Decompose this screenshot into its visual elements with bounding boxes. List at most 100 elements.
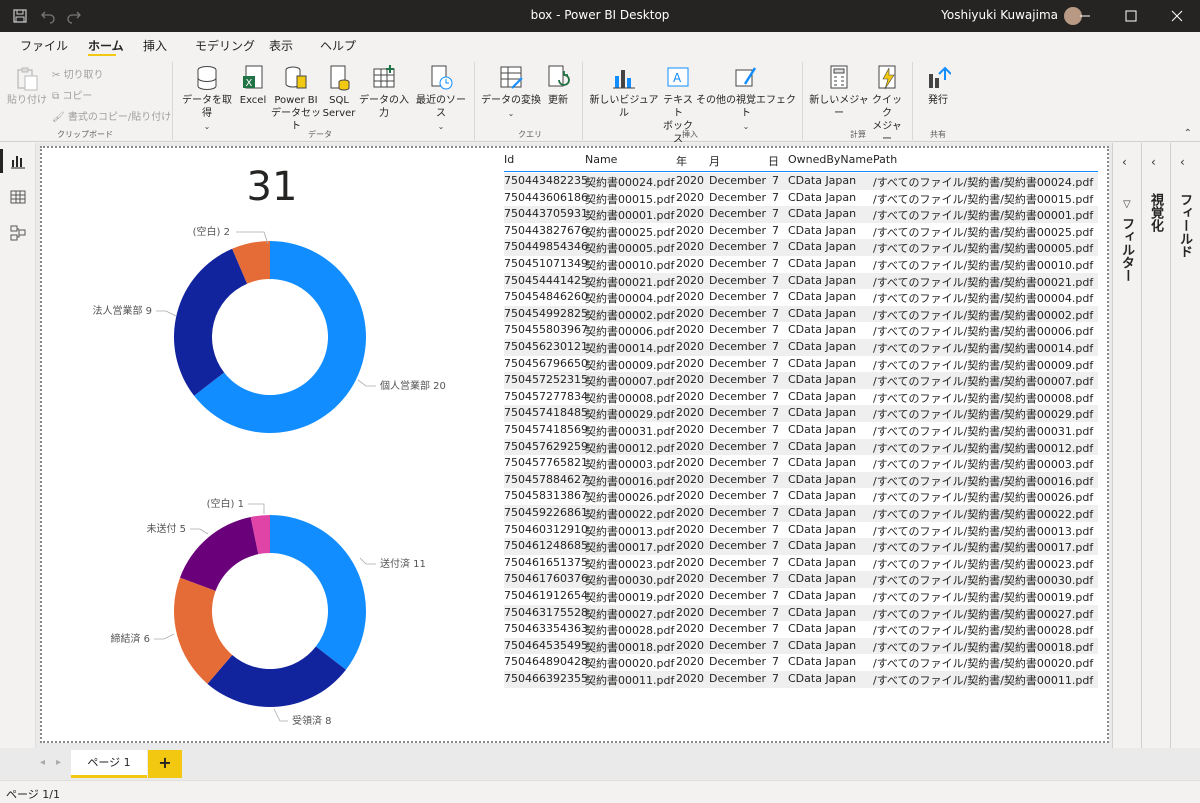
next-page-icon[interactable]: ▸ <box>56 757 61 768</box>
publish-button[interactable]: 発行 <box>918 64 958 107</box>
col-header-day[interactable]: 日 <box>768 153 779 169</box>
menu-insert[interactable]: 挿入 <box>143 37 167 54</box>
dataset-icon <box>285 66 307 89</box>
prev-page-icon[interactable]: ◂ <box>40 757 45 768</box>
collapse-ribbon-icon[interactable]: ⌃ <box>1184 128 1192 139</box>
page-tab[interactable]: ページ 1 <box>71 750 147 778</box>
paste-button[interactable]: 貼り付け <box>6 66 48 107</box>
table-cell: 7 <box>772 672 779 685</box>
table-row[interactable]: 750461651375 契約書00023.pdf 2020 December 7 CDa… <box>504 555 1098 572</box>
transform-icon <box>500 66 523 89</box>
col-header-name[interactable]: Name <box>585 153 617 166</box>
table-cell: 750456230121 <box>504 340 588 353</box>
table-row[interactable]: 750457277834 契約書00008.pdf 2020 December 7 CDa… <box>504 389 1098 406</box>
get-data-button[interactable]: データを取得 ⌄ <box>178 64 236 133</box>
format-painter-button[interactable]: 🖌 書式のコピー/貼り付け <box>52 108 171 123</box>
table-row[interactable]: 750459226861 契約書00022.pdf 2020 December 7 CDa… <box>504 505 1098 522</box>
table-row[interactable]: 750458313867 契約書00026.pdf 2020 December 7 CDa… <box>504 488 1098 505</box>
table-cell: 2020 <box>676 323 704 337</box>
table-cell: 750461912654 <box>504 589 588 602</box>
col-header-year[interactable]: 年 <box>676 153 687 169</box>
donut2-slice[interactable] <box>179 516 259 591</box>
chevron-left-icon[interactable]: ‹ <box>1180 155 1185 169</box>
more-visuals-button[interactable]: その他の視覚エフェクト ⌄ <box>696 64 796 133</box>
fields-pane[interactable]: ‹ フィールド <box>1170 143 1200 780</box>
col-header-path[interactable]: Path <box>873 153 897 166</box>
table-row[interactable]: 750443827676 契約書00025.pdf 2020 December 7 CDa… <box>504 223 1098 240</box>
table-row[interactable]: 750457629259 契約書00012.pdf 2020 December 7 CDa… <box>504 438 1098 456</box>
menu-help[interactable]: ヘルプ <box>320 37 356 54</box>
table-row[interactable]: 750466392355 契約書00011.pdf 2020 December 7 CDa… <box>504 671 1098 688</box>
close-icon[interactable] <box>1154 0 1200 32</box>
new-measure-button[interactable]: 新しいメジャー <box>808 64 870 120</box>
chevron-left-icon[interactable]: ‹ <box>1122 155 1127 169</box>
table-row[interactable]: 750443705931 契約書00001.pdf 2020 December 7 CDa… <box>504 206 1098 223</box>
cut-button[interactable]: ✂ 切り取り <box>52 66 104 81</box>
table-cell: /すべてのファイル/契約書/契約書00029.pdf <box>873 408 1094 422</box>
maximize-icon[interactable] <box>1108 0 1154 32</box>
table-row[interactable]: 750451071349 契約書00010.pdf 2020 December 7 CDa… <box>504 256 1098 273</box>
table-icon <box>373 65 395 88</box>
table-cell: 契約書00009.pdf <box>585 358 675 372</box>
menu-modeling[interactable]: モデリング <box>195 37 255 54</box>
excel-button[interactable]: X Excel <box>236 64 270 107</box>
enter-data-button[interactable]: データの入力 <box>356 64 412 120</box>
table-row[interactable]: 750457884627 契約書00016.pdf 2020 December 7 CDa… <box>504 471 1098 489</box>
table-row[interactable]: 750461912654 契約書00019.pdf 2020 December 7 CDa… <box>504 588 1098 605</box>
col-header-month[interactable]: 月 <box>709 153 720 169</box>
donut-charts[interactable]: (空白) 2 法人営業部 9 個人営業部 20 (空白) 1 未送付 5 送付済 11 締結… <box>42 148 502 738</box>
table-cell: 2020 <box>676 174 704 187</box>
menu-view[interactable]: 表示 <box>269 37 293 54</box>
table-cell: CData Japan <box>788 472 857 486</box>
table-cell: /すべてのファイル/契約書/契約書00030.pdf <box>873 574 1094 588</box>
copy-button[interactable]: ⧉ コピー <box>52 87 92 102</box>
table-row[interactable]: 750460312910 契約書00013.pdf 2020 December 7 CDa… <box>504 522 1098 539</box>
table-row[interactable]: 750457418569 契約書00031.pdf 2020 December 7 CDa… <box>504 422 1098 439</box>
table-row[interactable]: 750454992825 契約書00002.pdf 2020 December 7 CDa… <box>504 305 1098 323</box>
donut1-slice[interactable] <box>174 248 248 396</box>
table-row[interactable]: 750454441425 契約書00021.pdf 2020 December 7 CDa… <box>504 272 1098 290</box>
filters-pane[interactable]: ‹ ▽ フィルター <box>1112 143 1141 780</box>
add-page-button[interactable]: + <box>148 750 182 778</box>
table-cell: 2020 <box>676 373 704 387</box>
table-cell: 契約書00022.pdf <box>585 508 675 521</box>
table-row[interactable]: 750461248685 契約書00017.pdf 2020 December 7 CDa… <box>504 538 1098 555</box>
table-row[interactable]: 750454846260 契約書00004.pdf 2020 December 7 CDa… <box>504 289 1098 306</box>
table-cell: CData Japan <box>788 439 857 453</box>
table-row[interactable]: 750443482235 契約書00024.pdf 2020 December 7 CDa… <box>504 173 1098 190</box>
table-row[interactable]: 750464535495 契約書00018.pdf 2020 December 7 CDa… <box>504 637 1098 655</box>
minimize-icon[interactable] <box>1062 0 1108 32</box>
table-row[interactable]: 750443606186 契約書00015.pdf 2020 December 7 CDa… <box>504 190 1098 207</box>
table-cell: December <box>709 555 767 569</box>
data-view-icon[interactable] <box>10 189 26 205</box>
col-header-id[interactable]: Id <box>504 153 514 166</box>
group-calc: 計算 <box>850 130 866 139</box>
transform-data-button[interactable]: データの変換 ⌄ <box>480 64 542 120</box>
pbi-dataset-button[interactable]: Power BI データセット <box>270 64 322 133</box>
recent-sources-button[interactable]: 最近のソース ⌄ <box>412 64 470 133</box>
table-row[interactable]: 750455803967 契約書00006.pdf 2020 December 7 CDa… <box>504 322 1098 339</box>
table-row[interactable]: 750449854346 契約書00005.pdf 2020 December 7 CDa… <box>504 239 1098 256</box>
model-view-icon[interactable] <box>10 225 26 241</box>
user-name[interactable]: Yoshiyuki Kuwajima <box>941 8 1058 22</box>
visualizations-pane[interactable]: ‹ 視覚化 <box>1141 143 1170 780</box>
table-row[interactable]: 750463354363 契約書00028.pdf 2020 December 7 CDa… <box>504 621 1098 638</box>
donut2-slice[interactable] <box>270 515 366 670</box>
menu-home[interactable]: ホーム <box>88 37 124 54</box>
chevron-left-icon[interactable]: ‹ <box>1151 155 1156 169</box>
report-view-icon[interactable] <box>10 153 26 169</box>
table-row[interactable]: 750463175528 契約書00027.pdf 2020 December 7 CDa… <box>504 604 1098 622</box>
table-row[interactable]: 750457418485 契約書00029.pdf 2020 December 7 CDa… <box>504 405 1098 422</box>
refresh-button[interactable]: 更新 <box>542 64 574 107</box>
table-row[interactable]: 750457765821 契約書00003.pdf 2020 December 7 CDa… <box>504 455 1098 472</box>
table-row[interactable]: 750456796650 契約書00009.pdf 2020 December 7 CDa… <box>504 356 1098 373</box>
menu-file[interactable]: ファイル <box>20 37 68 54</box>
table-row[interactable]: 750461760376 契約書00030.pdf 2020 December 7 CDa… <box>504 571 1098 588</box>
table-row[interactable]: 750456230121 契約書00014.pdf 2020 December 7 CDa… <box>504 339 1098 356</box>
table-row[interactable]: 750457252315 契約書00007.pdf 2020 December 7 CDa… <box>504 372 1098 389</box>
sql-server-button[interactable]: SQL Server <box>322 64 356 120</box>
table-row[interactable]: 750464890428 契約書00020.pdf 2020 December 7 CDa… <box>504 654 1098 671</box>
table-cell: /すべてのファイル/契約書/契約書00011.pdf <box>873 674 1094 687</box>
col-header-owner[interactable]: OwnedByName <box>788 153 873 166</box>
new-visual-button[interactable]: 新しいビジュアル <box>588 64 660 120</box>
